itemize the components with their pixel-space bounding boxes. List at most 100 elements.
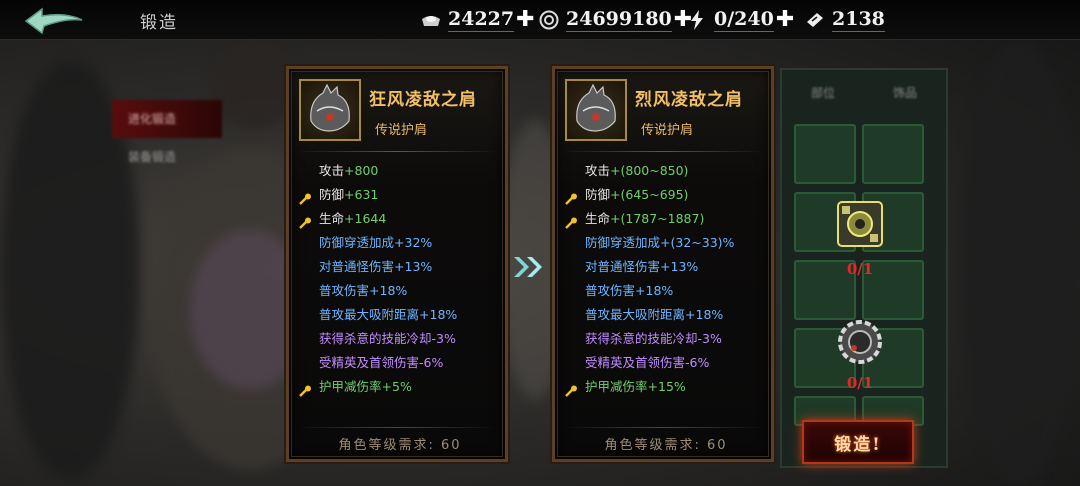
attribute-row: 对普通怪伤害+13% (563, 255, 773, 279)
material-count: 0/1 (846, 260, 874, 278)
double-chevron-right-icon (514, 257, 542, 277)
menu-item-evolve-forge[interactable]: 进化锻造 (112, 100, 222, 138)
attribute-row: 普攻最大吸附距离+18% (563, 303, 773, 327)
attribute-row: 生命+1644 (297, 207, 507, 231)
attribute-value: +(800~850) (610, 163, 689, 178)
resource-energy: 0/240 ✚ (686, 6, 794, 34)
page-title: 锻造 (140, 13, 178, 33)
attribute-name: 护甲减伤率 (585, 379, 648, 394)
attribute-value: +(32~33)% (660, 235, 735, 250)
back-arrow-icon (24, 7, 83, 35)
attribute-name: 获得杀意的技能冷却 (585, 331, 698, 346)
attribute-value: +18% (635, 283, 674, 298)
coin-icon (538, 9, 560, 31)
attribute-value: +13% (394, 259, 433, 274)
resource-silver: 24227 ✚ (420, 6, 535, 34)
shoulder-armor-icon (565, 79, 627, 141)
item-header: 烈风凌敌之肩 传说护肩 (565, 79, 765, 143)
shoulder-armor-icon (299, 79, 361, 141)
grid-tab-slot[interactable]: 部位 (811, 84, 835, 101)
back-button[interactable] (22, 6, 86, 36)
level-requirement: 角色等级需求: 60 (338, 438, 462, 453)
grid-cell[interactable] (862, 124, 924, 184)
attribute-row: 获得杀意的技能冷却-3% (297, 327, 507, 351)
attribute-row: 获得杀意的技能冷却-3% (563, 327, 773, 351)
attribute-row: 防御穿透加成+32% (297, 231, 507, 255)
attribute-name: 普攻最大吸附距离 (319, 307, 420, 322)
key-attribute-icon (299, 213, 312, 229)
top-bar: 锻造 24227 ✚ 24699180 ✚ 0/240 ✚ 2138 (0, 0, 1080, 40)
attribute-value: +32% (394, 235, 433, 250)
attribute-value: +18% (419, 307, 458, 322)
attribute-value: -6% (685, 355, 710, 370)
attribute-row: 攻击+(800~850) (563, 159, 773, 183)
attribute-name: 攻击 (319, 163, 345, 178)
grid-cell[interactable] (794, 124, 856, 184)
attribute-name: 获得杀意的技能冷却 (319, 331, 432, 346)
attribute-name: 受精英及首领伤害 (585, 355, 686, 370)
attribute-row: 普攻伤害+18% (563, 279, 773, 303)
attribute-row: 护甲减伤率+5% (297, 375, 507, 399)
attribute-name: 普攻伤害 (585, 283, 636, 298)
attribute-value: -6% (419, 355, 444, 370)
attribute-value: +15% (647, 379, 686, 394)
energy-value: 0/240 (714, 8, 774, 32)
cog-ring-material-icon[interactable] (832, 314, 888, 370)
attribute-value: +800 (344, 163, 379, 178)
attribute-name: 生命 (319, 211, 345, 226)
attribute-row: 攻击+800 (297, 159, 507, 183)
grid-tab-accessory[interactable]: 饰品 (893, 84, 917, 101)
silver-value: 24227 (448, 8, 515, 32)
lightning-icon (686, 9, 708, 31)
material-count: 0/1 (846, 374, 874, 392)
attribute-name: 对普通怪伤害 (585, 259, 661, 274)
attribute-name: 对普通怪伤害 (319, 259, 395, 274)
key-attribute-icon (299, 189, 312, 205)
item-header: 狂风凌敌之肩 传说护肩 (299, 79, 499, 143)
add-silver-button[interactable]: ✚ (516, 9, 534, 31)
attribute-row: 受精英及首领伤害-6% (297, 351, 507, 375)
attribute-value: +(1787~1887) (610, 211, 705, 226)
attribute-name: 普攻伤害 (319, 283, 370, 298)
key-attribute-icon (565, 381, 578, 397)
current-item-panel: 狂风凌敌之肩 传说护肩 攻击+800 防御+631 生命+1644 防御穿透加成+32… (286, 66, 508, 462)
attribute-row: 防御+631 (297, 183, 507, 207)
forge-button[interactable]: 锻造! (802, 420, 914, 464)
divider (563, 427, 763, 428)
attribute-value: +1644 (344, 211, 387, 226)
resource-coin: 24699180 ✚ (538, 6, 692, 34)
key-attribute-icon (299, 381, 312, 397)
forge-category-menu: 进化锻造 装备锻造 (112, 100, 222, 176)
attribute-row: 普攻最大吸附距离+18% (297, 303, 507, 327)
attribute-name: 攻击 (585, 163, 611, 178)
attribute-name: 防御 (319, 187, 345, 202)
gear-box-material-icon[interactable] (832, 196, 888, 252)
attribute-value: -3% (431, 331, 456, 346)
attribute-row: 普攻伤害+18% (297, 279, 507, 303)
item-type: 传说护肩 (641, 123, 694, 138)
level-requirement: 角色等级需求: 60 (604, 438, 728, 453)
attribute-name: 普攻最大吸附距离 (585, 307, 686, 322)
attribute-list: 攻击+(800~850) 防御+(645~695) 生命+(1787~1887) 防御… (563, 159, 773, 399)
attribute-row: 受精英及首领伤害-6% (563, 351, 773, 375)
divider (563, 151, 763, 152)
divider (297, 151, 497, 152)
resource-ticket: 2138 (804, 6, 885, 34)
add-energy-button[interactable]: ✚ (776, 9, 794, 31)
attribute-name: 生命 (585, 211, 611, 226)
grid-header: 部位 饰品 (782, 70, 946, 114)
attribute-list: 攻击+800 防御+631 生命+1644 防御穿透加成+32% 对普通怪伤害+13% 普… (297, 159, 507, 399)
menu-item-equip-forge[interactable]: 装备锻造 (112, 138, 222, 176)
attribute-row: 防御穿透加成+(32~33)% (563, 231, 773, 255)
forge-button-label: 锻造! (834, 434, 882, 455)
attribute-value: -3% (697, 331, 722, 346)
silver-ingot-icon (420, 9, 442, 31)
item-type: 传说护肩 (375, 123, 428, 138)
attribute-row: 对普通怪伤害+13% (297, 255, 507, 279)
attribute-name: 防御穿透加成 (319, 235, 395, 250)
attribute-name: 护甲减伤率 (319, 379, 382, 394)
key-attribute-icon (565, 189, 578, 205)
attribute-value: +13% (660, 259, 699, 274)
attribute-row: 防御+(645~695) (563, 183, 773, 207)
ticket-icon (804, 9, 826, 31)
